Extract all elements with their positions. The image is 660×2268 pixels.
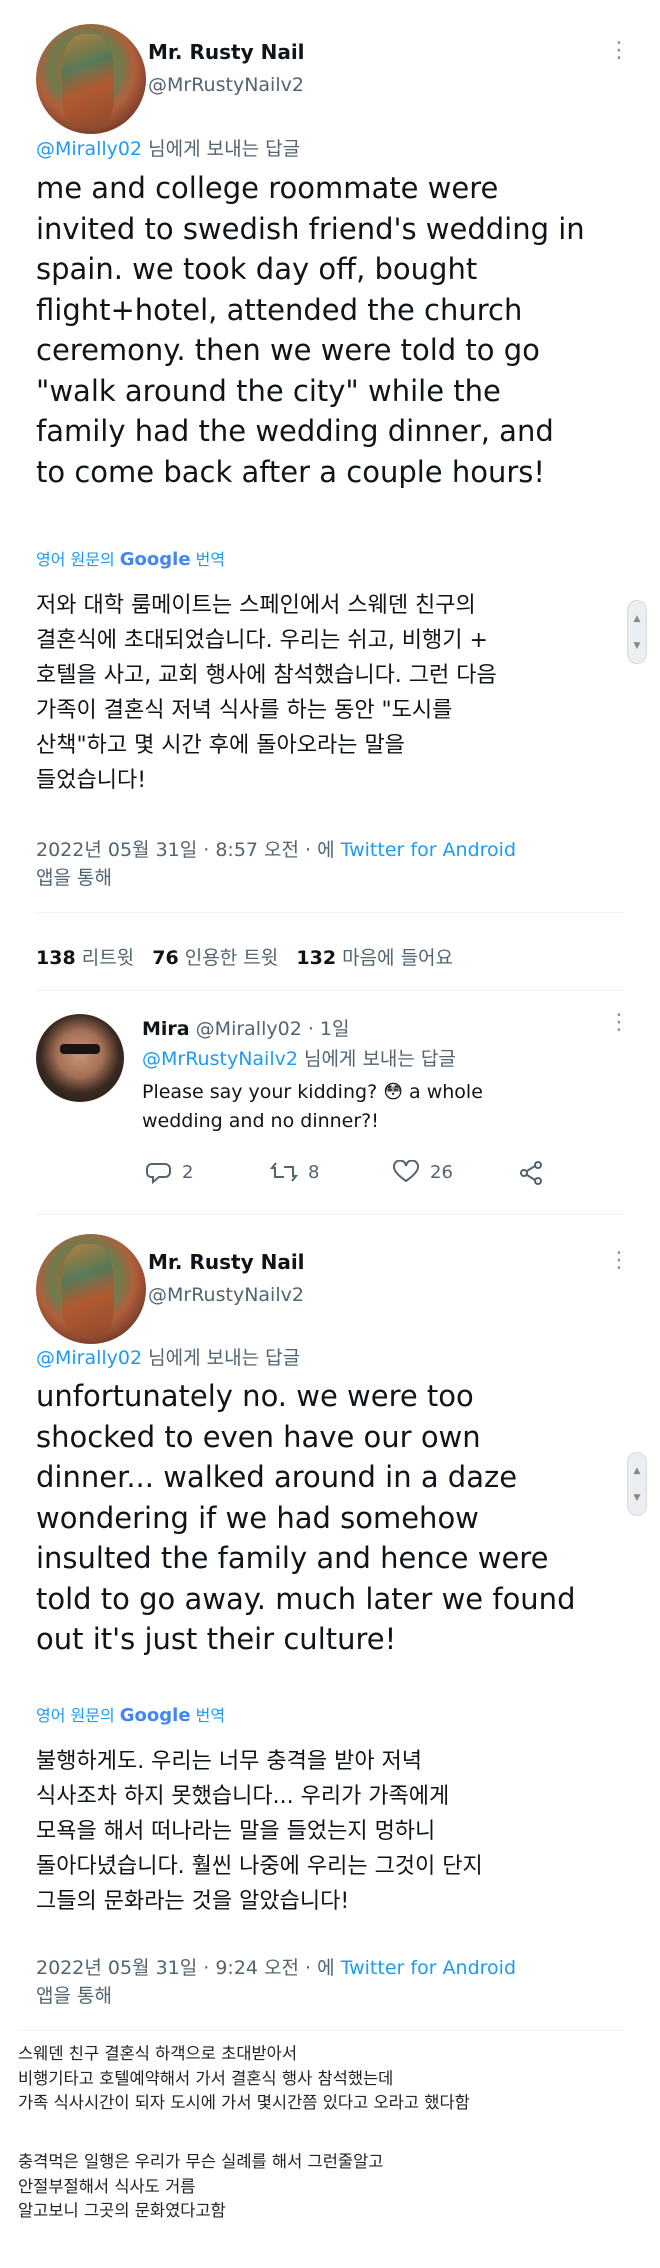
scrollbar-handle[interactable]: ▲ ▼ [627, 600, 647, 664]
tweet3-author-handle[interactable]: @MrRustyNailv2 [148, 1284, 304, 1306]
scrollbar-handle[interactable]: ▲ ▼ [627, 1452, 647, 1516]
quotes-stat[interactable]: 76 인용한 트윗 [152, 947, 278, 969]
tweet1-author-name[interactable]: Mr. Rusty Nail [148, 40, 305, 64]
retweets-stat[interactable]: 138 리트윗 [36, 947, 134, 969]
avatar-mira[interactable] [36, 1014, 124, 1102]
reply-mention-link[interactable]: @MrRustyNailv2 [142, 1048, 298, 1070]
google-logo: Google [119, 549, 191, 570]
tweet3-text: unfortunately no. we were too shocked to… [36, 1379, 576, 1656]
more-vertical-icon[interactable]: ⋮ [608, 1010, 630, 1035]
reply-mention-link[interactable]: @Mirally02 [36, 1347, 142, 1369]
tweet1-meta: 2022년 05월 31일 · 8:57 오전 · 에 Twitter for … [36, 839, 516, 889]
source-link[interactable]: Twitter for Android [341, 839, 516, 861]
tweet3-author-name[interactable]: Mr. Rusty Nail [148, 1250, 305, 1274]
divider [36, 912, 624, 913]
caption-paragraph-2: 충격먹은 일행은 우리가 무슨 실례를 해서 그런줄알고 안절부절해서 식사도 … [18, 2152, 384, 2220]
source-link[interactable]: Twitter for Android [341, 1957, 516, 1979]
tweet1-translate-link[interactable]: 영어 원문의 Google 번역 [36, 546, 225, 570]
reply-icon [146, 1163, 171, 1184]
avatar-rusty-1[interactable] [36, 24, 146, 134]
google-logo: Google [119, 1705, 191, 1726]
reply-action[interactable]: 2 [146, 1160, 193, 1184]
tweet2-time[interactable]: · 1일 [308, 1018, 350, 1040]
retweet-action[interactable]: 8 [270, 1160, 319, 1184]
tweet1-text: me and college roommate were invited to … [36, 171, 585, 489]
sunglasses [60, 1044, 100, 1054]
divider [36, 1214, 624, 1215]
tweet2-author-name[interactable]: Mira [142, 1018, 190, 1040]
like-action[interactable]: 26 [392, 1160, 453, 1184]
retweet-icon [270, 1162, 298, 1182]
tweet2-reply-to: @MrRustyNailv2 님에게 보내는 답글 [142, 1048, 456, 1070]
tweet2-author-handle[interactable]: @Mirally02 [196, 1018, 302, 1040]
more-vertical-icon[interactable]: ⋮ [608, 38, 630, 63]
divider [36, 990, 624, 991]
tweet2-text: Please say your kidding? 😳 a whole weddi… [142, 1081, 483, 1132]
avatar-rusty-2[interactable] [36, 1234, 146, 1344]
tweet3-meta: 2022년 05월 31일 · 9:24 오전 · 에 Twitter for … [36, 1957, 516, 2007]
tweet1-reply-to: @Mirally02 님에게 보내는 답글 [36, 138, 301, 160]
tweet1-author-handle[interactable]: @MrRustyNailv2 [148, 74, 304, 96]
tweet3-translation: 불행하게도. 우리는 너무 충격을 받아 저녁 식사조차 하지 못했습니다...… [36, 1749, 483, 1914]
share-action[interactable] [518, 1160, 544, 1186]
heart-icon [393, 1160, 419, 1183]
more-vertical-icon[interactable]: ⋮ [608, 1248, 630, 1273]
divider [18, 2030, 624, 2031]
likes-stat[interactable]: 132 마음에 들어요 [296, 947, 453, 969]
share-icon [520, 1161, 542, 1185]
caption-paragraph-1: 스웨덴 친구 결혼식 하객으로 초대받아서 비행기타고 호텔예약해서 가서 결혼… [18, 2044, 470, 2112]
tweet2-header: Mira @Mirally02 · 1일 [142, 1014, 349, 1041]
reply-mention-link[interactable]: @Mirally02 [36, 138, 142, 160]
tweet3-reply-to: @Mirally02 님에게 보내는 답글 [36, 1347, 301, 1369]
tweet3-translate-link[interactable]: 영어 원문의 Google 번역 [36, 1702, 225, 1726]
tweet1-translation: 저와 대학 룸메이트는 스페인에서 스웨덴 친구의 결혼식에 초대되었습니다. … [36, 593, 497, 793]
tweet1-stats: 138 리트윗 76 인용한 트윗 132 마음에 들어요 [36, 943, 453, 970]
